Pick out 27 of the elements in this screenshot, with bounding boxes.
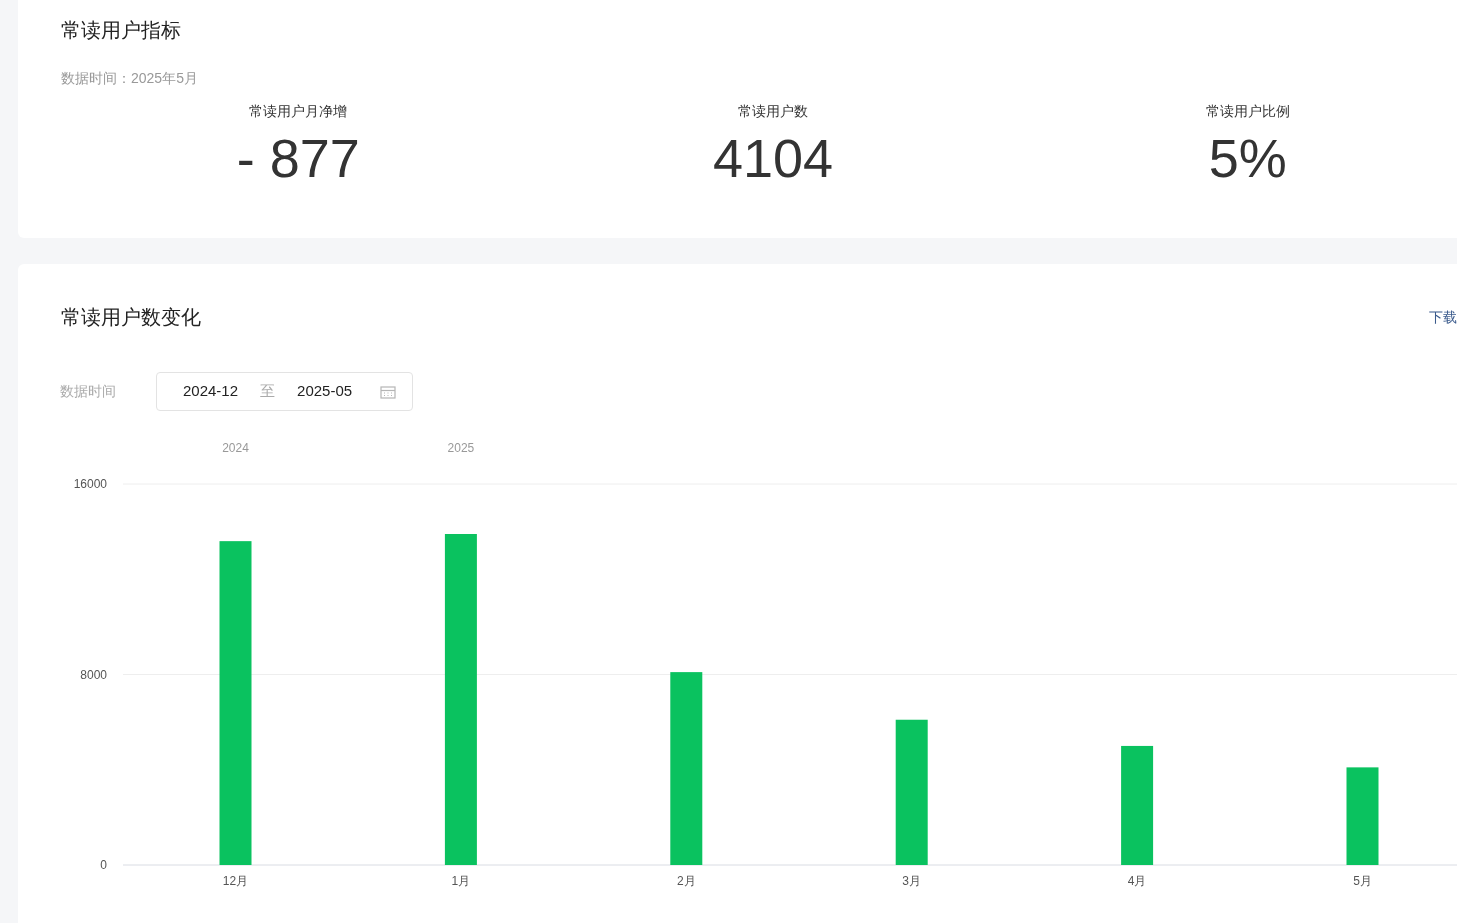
axis-label: 12月 [222, 874, 249, 888]
calendar-icon [380, 384, 396, 399]
metric-label: 常读用户月净增 [249, 102, 348, 121]
section-title: 常读用户数变化 [61, 305, 201, 330]
metric-label: 常读用户比例 [1205, 102, 1290, 121]
axis-label: 1月 [451, 874, 471, 888]
year-label: 2025 [447, 441, 475, 455]
end-date: 2025-05 [297, 381, 353, 402]
metric-value: 5% [1208, 130, 1287, 186]
axis-label: 0 [100, 858, 107, 872]
axis-label: 16000 [73, 477, 107, 491]
range-separator: 至 [260, 381, 276, 402]
axis-label: 4月 [1127, 874, 1147, 888]
axis-label: 8000 [80, 667, 107, 682]
metric-value: 4104 [712, 130, 834, 186]
metric-label: 常读用户数 [738, 102, 808, 121]
data-time: 数据时间：2025年5月 [61, 69, 199, 88]
download-link[interactable]: 下载 [1429, 307, 1457, 327]
section-title: 常读用户指标 [61, 18, 182, 43]
date-range-picker[interactable]: 2024-12 至 2025-05 [156, 372, 413, 411]
axis-label: 5月 [1353, 874, 1372, 888]
metric-value: - 877 [236, 130, 360, 186]
year-label: 2024 [222, 441, 249, 455]
start-date: 2024-12 [183, 381, 239, 402]
axis-label: 3月 [902, 874, 922, 888]
axis-label: 2月 [676, 874, 696, 888]
date-label: 数据时间 [60, 382, 116, 401]
